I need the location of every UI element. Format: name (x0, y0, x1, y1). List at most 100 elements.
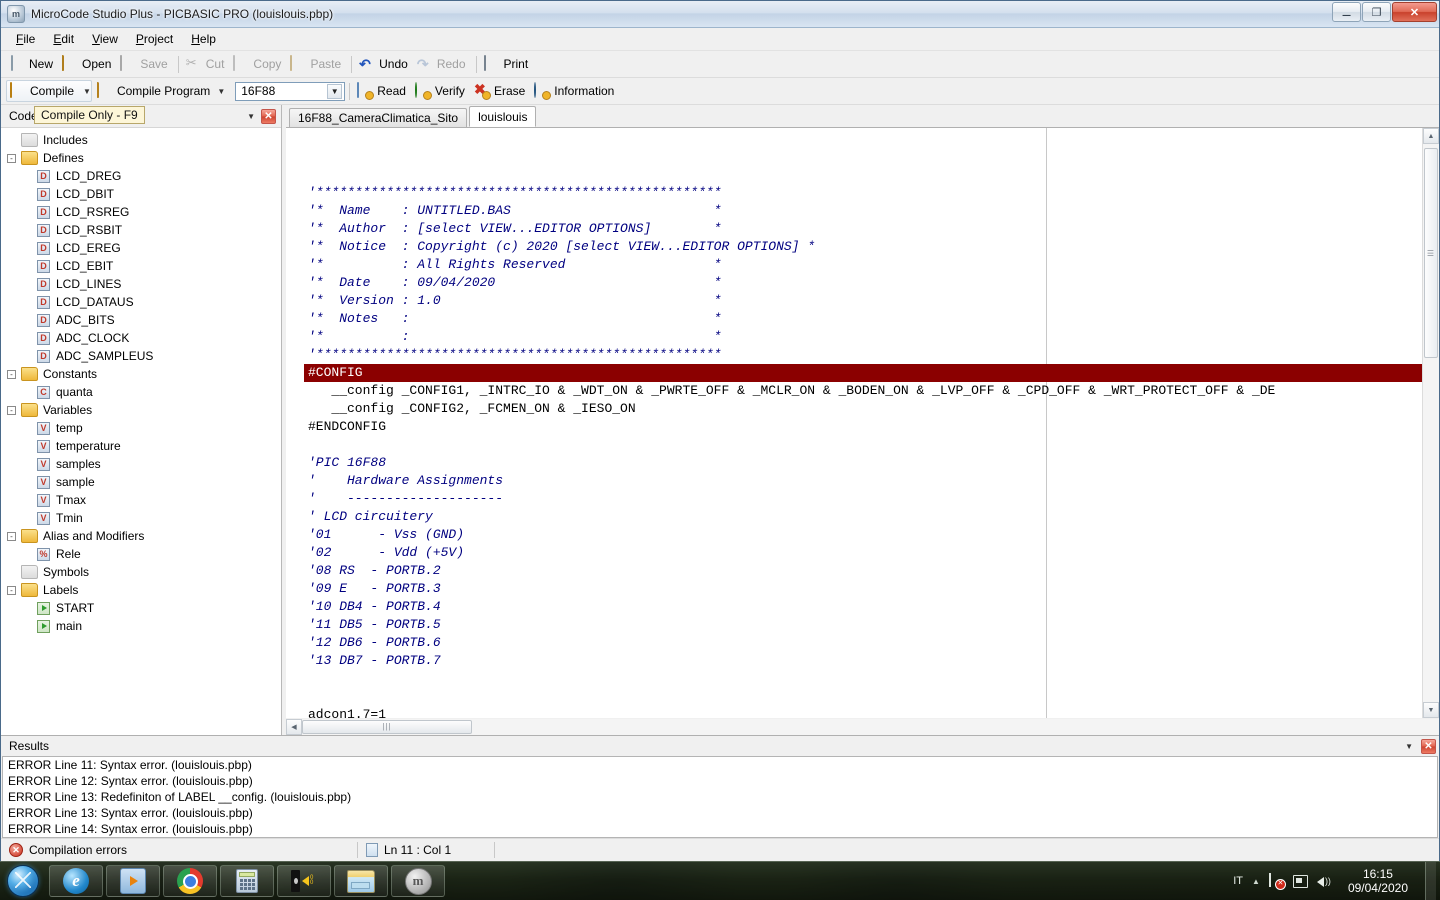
menu-view[interactable]: View (83, 29, 127, 49)
tray-network[interactable]: ✕ (1269, 874, 1284, 888)
tab-16f88-cameraclimatica-sito[interactable]: 16F88_CameraClimatica_Sito (289, 108, 467, 127)
open-button[interactable]: Open (59, 54, 117, 74)
chevron-up-icon[interactable]: ▲ (1252, 877, 1260, 886)
tray-monitor[interactable] (1293, 875, 1308, 888)
taskbar-item-google-chrome[interactable] (163, 865, 217, 897)
tree-item-constants[interactable]: -Constants (1, 365, 281, 383)
tree-expander-icon[interactable]: - (7, 586, 16, 595)
editor-horizontal-scrollbar[interactable]: ◀ ||| (286, 718, 1439, 735)
tree-item-lcd-dreg[interactable]: DLCD_DREG (1, 167, 281, 185)
redo-button[interactable]: ↷ Redo (414, 54, 472, 74)
tray-language[interactable]: IT (1233, 875, 1243, 887)
device-select[interactable]: 16F88 ▼ (235, 82, 345, 101)
tree-item-lcd-dataus[interactable]: DLCD_DATAUS (1, 293, 281, 311)
taskbar-item-calculator[interactable] (220, 865, 274, 897)
tree-item-adc-clock[interactable]: DADC_CLOCK (1, 329, 281, 347)
tree-item-defines[interactable]: -Defines (1, 149, 281, 167)
taskbar-item-microcode-studio[interactable]: m (391, 865, 445, 897)
paste-button[interactable]: Paste (287, 54, 347, 74)
horizontal-scroll-track[interactable]: ||| (302, 719, 1439, 735)
tree-item-sample[interactable]: Vsample (1, 473, 281, 491)
compile-program-dropdown-arrow-icon[interactable]: ▼ (217, 87, 225, 96)
save-button[interactable]: Save (117, 54, 173, 74)
vertical-scroll-track[interactable]: ☰ (1423, 144, 1439, 702)
tree-item-lcd-dbit[interactable]: DLCD_DBIT (1, 185, 281, 203)
taskbar-item-windows-explorer[interactable] (334, 865, 388, 897)
results-item[interactable]: ERROR Line 13: Redefiniton of LABEL __co… (3, 789, 1437, 805)
menu-edit[interactable]: Edit (44, 29, 83, 49)
verify-button[interactable]: Verify (412, 81, 471, 101)
tab-louislouis[interactable]: louislouis (469, 106, 536, 127)
tree-item-includes[interactable]: Includes (1, 131, 281, 149)
tree-item-temperature[interactable]: Vtemperature (1, 437, 281, 455)
taskbar-item-pic-programmer[interactable]: 00 (277, 865, 331, 897)
menu-file[interactable]: File (7, 29, 44, 49)
tree-item-rele[interactable]: %Rele (1, 545, 281, 563)
results-item[interactable]: ERROR Line 14: Syntax error. (louislouis… (3, 821, 1437, 837)
tree-item-labels[interactable]: -Labels (1, 581, 281, 599)
tree-item-temp[interactable]: Vtemp (1, 419, 281, 437)
tree-item-variables[interactable]: -Variables (1, 401, 281, 419)
show-desktop-button[interactable] (1425, 862, 1436, 900)
results-menu-arrow-icon[interactable]: ▼ (1405, 742, 1421, 751)
tree-item-tmin[interactable]: VTmin (1, 509, 281, 527)
erase-button[interactable]: ✖ Erase (471, 81, 531, 101)
horizontal-scroll-thumb[interactable]: ||| (302, 720, 472, 734)
tree-item-lcd-rsbit[interactable]: DLCD_RSBIT (1, 221, 281, 239)
editor-vertical-scrollbar[interactable]: ▲ ☰ ▼ (1422, 128, 1439, 718)
compile-button[interactable]: Compile (7, 81, 80, 101)
menu-help[interactable]: Help (182, 29, 225, 49)
tree-item-lcd-lines[interactable]: DLCD_LINES (1, 275, 281, 293)
new-button[interactable]: New (6, 54, 59, 74)
tree-expander-icon[interactable]: - (7, 532, 16, 541)
code-explorer-header: Code ▼ ✕ Compile Only - F9 (1, 105, 281, 128)
copy-button[interactable]: Copy (230, 54, 287, 74)
tree-item-start[interactable]: START (1, 599, 281, 617)
tree-item-lcd-ebit[interactable]: DLCD_EBIT (1, 257, 281, 275)
maximize-button[interactable]: ❐ (1362, 2, 1391, 22)
results-item[interactable]: ERROR Line 11: Syntax error. (louislouis… (3, 757, 1437, 773)
compile-program-button[interactable]: Compile Program ▼ (94, 81, 231, 101)
tree-item-adc-bits[interactable]: DADC_BITS (1, 311, 281, 329)
chevron-down-icon[interactable]: ▼ (327, 84, 342, 99)
code-explorer-menu-arrow-icon[interactable]: ▼ (247, 112, 261, 121)
tree-item-symbols[interactable]: Symbols (1, 563, 281, 581)
menu-project[interactable]: Project (127, 29, 182, 49)
tree-item-lcd-ereg[interactable]: DLCD_EREG (1, 239, 281, 257)
start-button[interactable] (0, 863, 46, 899)
tree-item-alias-and-modifiers[interactable]: -Alias and Modifiers (1, 527, 281, 545)
undo-button[interactable]: ↶ Undo (356, 54, 414, 74)
taskbar-item-windows-media-player[interactable] (106, 865, 160, 897)
taskbar-item-internet-explorer[interactable]: e (49, 865, 103, 897)
read-button[interactable]: Read (354, 81, 412, 101)
compile-dropdown-arrow-icon[interactable]: ▼ (83, 87, 91, 96)
code-editor[interactable]: '***************************************… (286, 128, 1439, 718)
tree-item-samples[interactable]: Vsamples (1, 455, 281, 473)
tree-item-main[interactable]: main (1, 617, 281, 635)
results-item[interactable]: ERROR Line 12: Syntax error. (louislouis… (3, 773, 1437, 789)
code-text[interactable]: '***************************************… (304, 128, 1422, 718)
results-item[interactable]: ERROR Line 13: Syntax error. (louislouis… (3, 805, 1437, 821)
scroll-up-button[interactable]: ▲ (1423, 128, 1439, 144)
scroll-left-button[interactable]: ◀ (286, 719, 302, 735)
tree-expander-icon[interactable]: - (7, 154, 16, 163)
information-button[interactable]: Information (531, 81, 620, 101)
tray-volume[interactable]: )) (1317, 874, 1331, 888)
tree-item-tmax[interactable]: VTmax (1, 491, 281, 509)
code-explorer-close-button[interactable]: ✕ (261, 109, 276, 124)
taskbar-clock[interactable]: 16:15 09/04/2020 (1340, 862, 1416, 900)
results-close-button[interactable]: ✕ (1421, 739, 1436, 754)
scroll-down-button[interactable]: ▼ (1423, 702, 1439, 718)
cut-button[interactable]: ✂ Cut (183, 54, 231, 74)
tree-item-lcd-rsreg[interactable]: DLCD_RSREG (1, 203, 281, 221)
tree-expander-icon[interactable]: - (7, 406, 16, 415)
print-button[interactable]: Print (481, 54, 535, 74)
close-button[interactable]: ✕ (1392, 2, 1437, 22)
compile-split-button[interactable]: Compile ▼ (6, 80, 92, 102)
tree-item-quanta[interactable]: Cquanta (1, 383, 281, 401)
results-list[interactable]: ERROR Line 11: Syntax error. (louislouis… (2, 756, 1438, 838)
minimize-button[interactable]: ⚊ (1332, 2, 1361, 22)
tree-expander-icon[interactable]: - (7, 370, 16, 379)
tree-item-adc-sampleus[interactable]: DADC_SAMPLEUS (1, 347, 281, 365)
vertical-scroll-thumb[interactable]: ☰ (1424, 148, 1438, 358)
